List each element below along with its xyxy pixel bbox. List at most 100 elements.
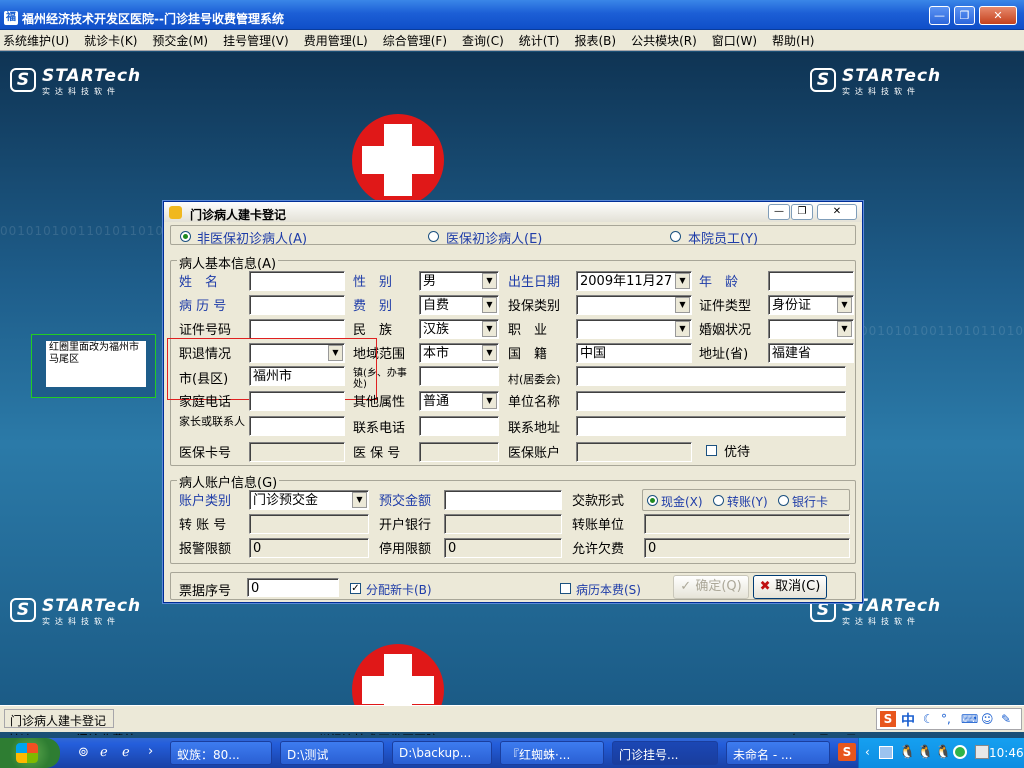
age-field[interactable] xyxy=(768,271,854,291)
province-field[interactable]: 福建省 xyxy=(768,343,854,363)
app-tray-icon[interactable] xyxy=(975,745,989,759)
quicklaunch-icon[interactable]: ⊚ xyxy=(78,745,89,760)
menu-fee[interactable]: 费用管理(L) xyxy=(304,32,368,49)
menu-report[interactable]: 报表(B) xyxy=(574,32,616,49)
transfer-no-field[interactable] xyxy=(249,514,369,534)
receipt-no-field[interactable]: 0 xyxy=(247,578,339,597)
taskbar-item-red-spider[interactable]: 『红蜘蛛·... xyxy=(500,741,604,765)
radio-cash[interactable] xyxy=(647,495,658,506)
label-village: 村(居委会) xyxy=(508,373,561,386)
new-card-checkbox[interactable]: ✓ xyxy=(350,583,361,594)
qq-icon[interactable]: 🐧 xyxy=(899,745,915,760)
marriage-select[interactable]: ▼ xyxy=(768,319,854,339)
start-button[interactable] xyxy=(0,738,60,768)
bank-field[interactable] xyxy=(444,514,562,534)
menu-register[interactable]: 挂号管理(V) xyxy=(223,32,289,49)
med-no-field[interactable] xyxy=(419,442,499,462)
menu-card[interactable]: 就诊卡(K) xyxy=(84,32,137,49)
chevron-down-icon: ▼ xyxy=(482,393,497,409)
guardian-field[interactable] xyxy=(249,416,345,436)
priority-checkbox[interactable] xyxy=(706,445,717,456)
unit-field[interactable] xyxy=(576,391,846,411)
record-fee-checkbox[interactable] xyxy=(560,583,571,594)
fee-type-select[interactable]: 自费 ▼ xyxy=(419,295,499,315)
town-field[interactable] xyxy=(419,366,499,386)
med-card-field[interactable] xyxy=(249,442,345,462)
sogou-icon[interactable]: S xyxy=(838,743,856,761)
radio-non-insurance[interactable] xyxy=(180,231,191,242)
keyboard-icon[interactable]: ⌨ xyxy=(961,712,978,726)
menu-system[interactable]: 系统维护(U) xyxy=(3,32,69,49)
minimize-button[interactable]: — xyxy=(929,6,950,25)
home-phone-field[interactable] xyxy=(249,391,345,411)
moon-icon[interactable]: ☾ xyxy=(923,712,934,726)
radio-bank-card[interactable] xyxy=(778,495,789,506)
menu-general[interactable]: 综合管理(F) xyxy=(383,32,447,49)
close-button[interactable]: ✕ xyxy=(979,6,1017,25)
cancel-button[interactable]: ✖ 取消(C) xyxy=(753,575,827,599)
menu-query[interactable]: 查询(C) xyxy=(462,32,504,49)
punct-icon[interactable]: °, xyxy=(941,712,951,726)
radio-insurance[interactable] xyxy=(428,231,439,242)
record-no-field[interactable] xyxy=(249,295,345,315)
dialog-minimize-button[interactable]: — xyxy=(768,204,790,220)
status-icon[interactable] xyxy=(953,745,967,759)
allow-owe-field[interactable]: 0 xyxy=(644,538,850,558)
chevron-left-icon[interactable]: ‹ xyxy=(865,745,870,759)
user-icon[interactable]: ☺ xyxy=(981,712,994,726)
prepay-field[interactable] xyxy=(444,490,562,510)
job-select[interactable]: ▼ xyxy=(576,319,692,339)
name-field[interactable] xyxy=(249,271,345,291)
menu-stats[interactable]: 统计(T) xyxy=(519,32,560,49)
label-nation: 民 族 xyxy=(353,323,393,338)
logo-mark: S xyxy=(810,68,836,92)
logo-mark: S xyxy=(10,68,36,92)
insurance-type-select[interactable]: ▼ xyxy=(576,295,692,315)
id-no-field[interactable] xyxy=(249,319,345,339)
med-acct-field[interactable] xyxy=(576,442,692,462)
country-field[interactable]: 中国 xyxy=(576,343,692,363)
area-select[interactable]: 本市 ▼ xyxy=(419,343,499,363)
id-type-select[interactable]: 身份证 ▼ xyxy=(768,295,854,315)
other-attr-select[interactable]: 普通 ▼ xyxy=(419,391,499,411)
menu-window[interactable]: 窗口(W) xyxy=(712,32,757,49)
status-cut-1: 其诗 xyxy=(8,731,32,735)
sex-select[interactable]: 男 ▼ xyxy=(419,271,499,291)
ok-button[interactable]: ✓ 确定(Q) xyxy=(673,575,749,599)
qq-icon[interactable]: 🐧 xyxy=(935,745,951,760)
menu-common[interactable]: 公共模块(R) xyxy=(631,32,697,49)
taskbar-item-registration[interactable]: 门诊挂号... xyxy=(612,741,718,765)
network-icon[interactable] xyxy=(879,746,893,759)
menu-prepay[interactable]: 预交金(M) xyxy=(152,32,208,49)
radio-transfer[interactable] xyxy=(713,495,724,506)
stop-limit-field[interactable]: 0 xyxy=(444,538,562,558)
radio-staff[interactable] xyxy=(670,231,681,242)
restore-button[interactable]: ❐ xyxy=(954,6,975,25)
village-field[interactable] xyxy=(576,366,846,386)
wrench-icon[interactable]: ✎ xyxy=(1001,712,1011,726)
transfer-unit-field[interactable] xyxy=(644,514,850,534)
account-type-select[interactable]: 门诊预交金 ▼ xyxy=(249,490,369,510)
ime-mode[interactable]: 中 xyxy=(901,710,915,730)
sogou-icon[interactable]: S xyxy=(880,711,896,727)
qq-icon[interactable]: 🐧 xyxy=(917,745,933,760)
alarm-limit-field[interactable]: 0 xyxy=(249,538,369,558)
contact-phone-field[interactable] xyxy=(419,416,499,436)
ie-icon[interactable]: ℯ xyxy=(100,745,108,760)
nation-select[interactable]: 汉族 ▼ xyxy=(419,319,499,339)
menu-help[interactable]: 帮助(H) xyxy=(772,32,814,49)
chevron-down-icon: ▼ xyxy=(482,297,497,313)
ie-icon[interactable]: ℯ xyxy=(122,745,130,760)
dialog-close-button[interactable]: ✕ xyxy=(817,204,857,220)
contact-addr-field[interactable] xyxy=(576,416,846,436)
taskbar-item-test-folder[interactable]: D:\测试 xyxy=(280,741,384,765)
dialog-restore-button[interactable]: ❐ xyxy=(791,204,813,220)
taskbar-item-backup-folder[interactable]: D:\backup... xyxy=(392,741,492,765)
account-info-title: 病人账户信息(G) xyxy=(177,472,280,491)
patient-card-dialog: 门诊病人建卡登记 — ❐ ✕ 非医保初诊病人(A) 医保初诊病人(E) 本院员工… xyxy=(163,201,863,603)
birth-date-picker[interactable]: 2009年11月27 ▼ xyxy=(576,271,692,291)
chevron-right-icon[interactable]: › xyxy=(148,744,153,759)
annotation-note: 红圈里面改为福州市马尾区 xyxy=(31,334,156,398)
taskbar-item-paint[interactable]: 未命名 - ... xyxy=(726,741,830,765)
taskbar-item-qq[interactable]: 蚁族：80... xyxy=(170,741,272,765)
